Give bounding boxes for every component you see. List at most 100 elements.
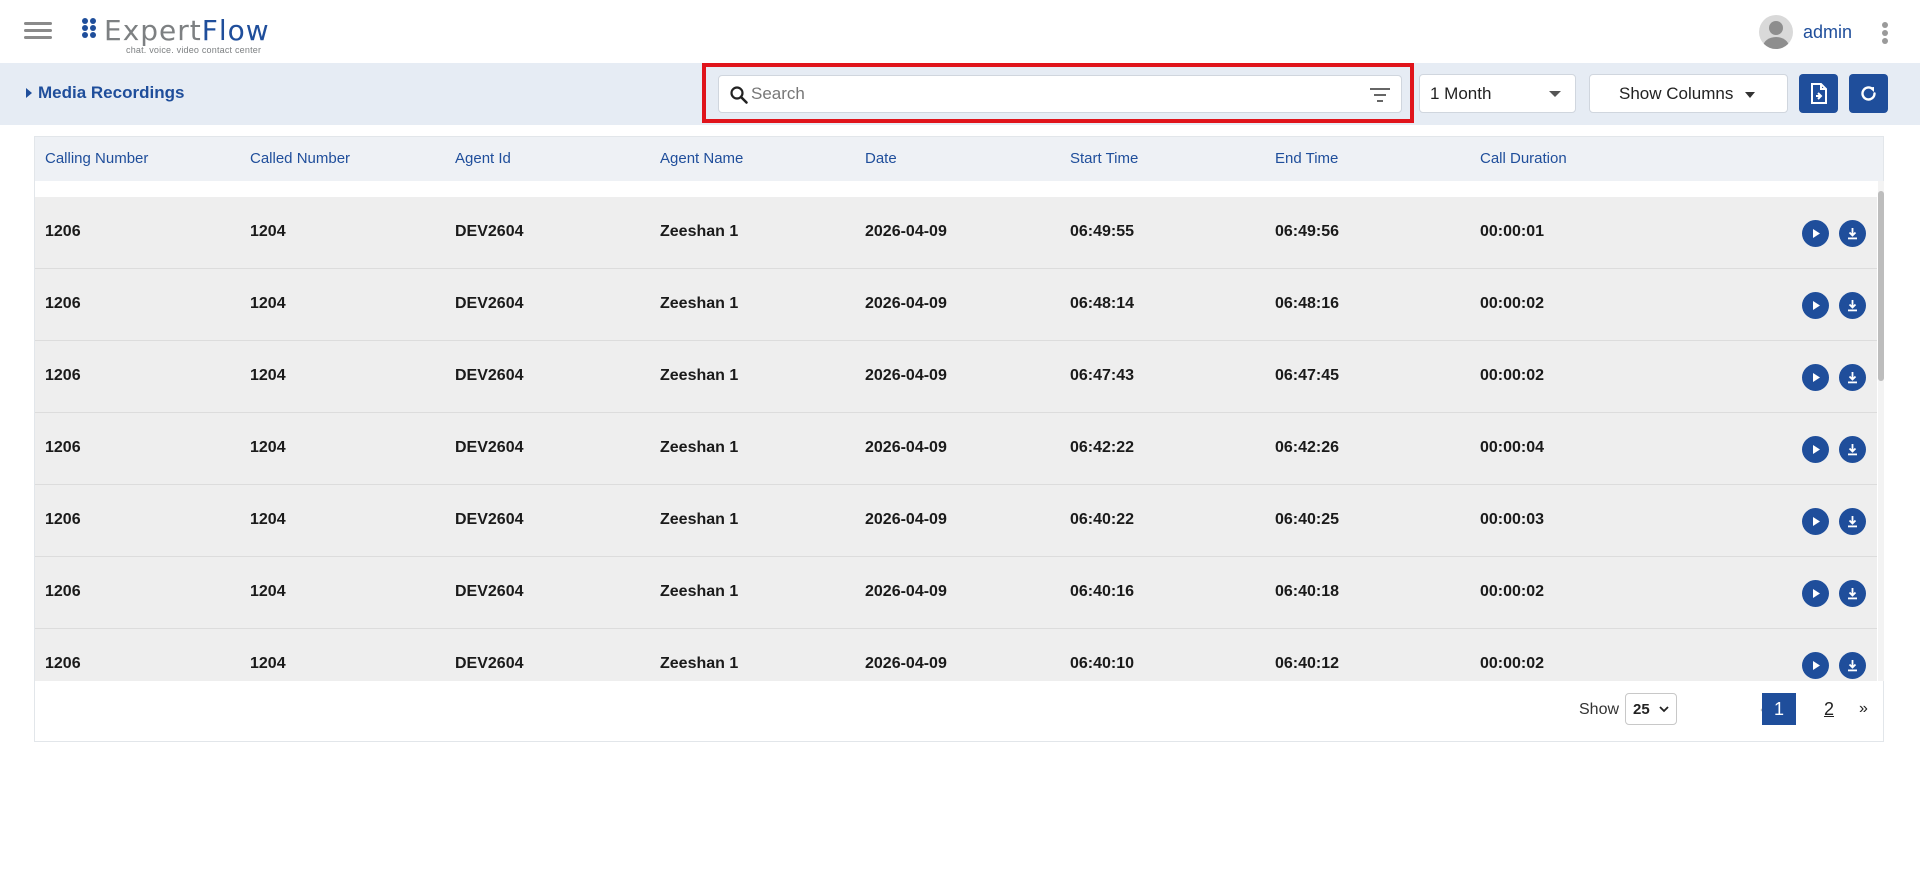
download-icon — [1848, 660, 1857, 672]
show-columns-label: Show Columns — [1619, 84, 1734, 103]
cell-call-duration: 00:00:02 — [1480, 367, 1545, 384]
cell-agent-id: DEV2604 — [455, 655, 524, 672]
cell-agent-id: DEV2604 — [455, 439, 524, 456]
scroll-thumb[interactable] — [1878, 191, 1884, 381]
table-footer: Show 25 « 1 2 » — [35, 681, 1883, 741]
play-icon — [1813, 661, 1820, 670]
download-button[interactable] — [1839, 508, 1866, 535]
cell-agent-name: Zeeshan 1 — [660, 583, 739, 600]
page-size-value: 25 — [1633, 701, 1650, 718]
column-header[interactable]: End Time — [1275, 150, 1338, 167]
cell-start-time: 06:40:16 — [1070, 583, 1135, 600]
refresh-icon — [1861, 86, 1876, 101]
menu-icon[interactable] — [24, 20, 52, 42]
caret-right-icon — [26, 88, 32, 98]
cell-date: 2026-04-09 — [865, 295, 947, 312]
cell-agent-id: DEV2604 — [455, 511, 524, 528]
cell-end-time: 06:40:18 — [1275, 583, 1340, 600]
cell-start-time: 06:42:22 — [1070, 439, 1135, 456]
play-icon — [1813, 517, 1820, 526]
play-button[interactable] — [1802, 364, 1829, 391]
table-row: 1206 1204 DEV2604 Zeeshan 1 2026-04-09 0… — [35, 197, 1877, 269]
refresh-button[interactable] — [1849, 74, 1888, 113]
row-actions — [1802, 652, 1866, 679]
cell-called-number: 1204 — [250, 439, 286, 456]
download-button[interactable] — [1839, 364, 1866, 391]
play-button[interactable] — [1802, 652, 1829, 679]
top-header: ExpertFlow chat. voice. video contact ce… — [0, 0, 1920, 63]
play-icon — [1813, 229, 1820, 238]
caret-down-icon — [1745, 92, 1755, 98]
play-button[interactable] — [1802, 508, 1829, 535]
download-button[interactable] — [1839, 580, 1866, 607]
table-scrollbar[interactable] — [1878, 181, 1884, 681]
cell-date: 2026-04-09 — [865, 367, 947, 384]
column-header[interactable]: Calling Number — [45, 150, 148, 167]
cell-agent-name: Zeeshan 1 — [660, 511, 739, 528]
logo-mark-icon — [82, 18, 102, 38]
cell-calling-number: 1206 — [45, 655, 81, 672]
play-button[interactable] — [1802, 580, 1829, 607]
cell-called-number: 1204 — [250, 583, 286, 600]
filter-icon[interactable] — [1369, 86, 1391, 104]
column-header[interactable]: Agent Name — [660, 150, 743, 167]
cell-calling-number: 1206 — [45, 583, 81, 600]
download-button[interactable] — [1839, 652, 1866, 679]
chevron-down-icon — [1659, 706, 1669, 713]
cell-start-time: 06:40:10 — [1070, 655, 1135, 672]
cell-agent-id: DEV2604 — [455, 223, 524, 240]
show-columns-button[interactable]: Show Columns — [1589, 74, 1788, 113]
export-button[interactable] — [1799, 74, 1838, 113]
play-icon — [1813, 445, 1820, 454]
time-range-select[interactable]: 1 Month — [1419, 74, 1576, 113]
page-title: Media Recordings — [38, 83, 185, 102]
cell-call-duration: 00:00:03 — [1480, 511, 1545, 528]
download-icon — [1848, 372, 1857, 384]
breadcrumb[interactable]: Media Recordings — [26, 83, 184, 103]
cell-agent-name: Zeeshan 1 — [660, 295, 739, 312]
pagination-next[interactable]: » — [1859, 700, 1868, 718]
cell-calling-number: 1206 — [45, 439, 81, 456]
expertflow-logo[interactable]: ExpertFlow chat. voice. video contact ce… — [82, 14, 282, 56]
cell-date: 2026-04-09 — [865, 223, 947, 240]
avatar — [1758, 15, 1793, 49]
download-button[interactable] — [1839, 436, 1866, 463]
column-header[interactable]: Called Number — [250, 150, 350, 167]
cell-called-number: 1204 — [250, 223, 286, 240]
table-body[interactable]: 1206 1204 DEV2604 Zeeshan 1 2026-04-09 0… — [35, 181, 1877, 681]
cell-end-time: 06:40:25 — [1275, 511, 1340, 528]
play-button[interactable] — [1802, 436, 1829, 463]
column-header[interactable]: Start Time — [1070, 150, 1138, 167]
cell-end-time: 06:40:12 — [1275, 655, 1340, 672]
cell-agent-id: DEV2604 — [455, 367, 524, 384]
more-options-icon[interactable] — [1882, 22, 1888, 44]
download-button[interactable] — [1839, 220, 1866, 247]
search-input[interactable] — [751, 80, 1351, 108]
column-header[interactable]: Call Duration — [1480, 150, 1567, 167]
column-header[interactable]: Date — [865, 150, 897, 167]
download-icon — [1848, 588, 1857, 600]
username: admin — [1802, 21, 1852, 42]
cell-agent-id: DEV2604 — [455, 583, 524, 600]
column-header[interactable]: Agent Id — [455, 150, 511, 167]
recordings-table: Calling Number Called Number Agent Id Ag… — [34, 136, 1884, 742]
pagination-page-1[interactable]: 1 — [1762, 693, 1796, 725]
cell-call-duration: 00:00:02 — [1480, 655, 1545, 672]
pagination-page-2[interactable]: 2 — [1812, 693, 1846, 725]
search-box — [718, 75, 1402, 113]
cell-end-time: 06:49:56 — [1275, 223, 1340, 240]
row-actions — [1802, 220, 1866, 247]
download-button[interactable] — [1839, 292, 1866, 319]
row-actions — [1802, 580, 1866, 607]
cell-called-number: 1204 — [250, 655, 286, 672]
cell-calling-number: 1206 — [45, 295, 81, 312]
cell-date: 2026-04-09 — [865, 655, 947, 672]
table-row: 1206 1204 DEV2604 Zeeshan 1 2026-04-09 0… — [35, 485, 1877, 557]
cell-agent-name: Zeeshan 1 — [660, 367, 739, 384]
play-button[interactable] — [1802, 292, 1829, 319]
page-size-select[interactable]: 25 — [1625, 693, 1677, 725]
cell-start-time: 06:49:55 — [1070, 223, 1135, 240]
play-button[interactable] — [1802, 220, 1829, 247]
user-menu[interactable]: admin — [1758, 14, 1852, 50]
export-file-icon — [1811, 83, 1827, 104]
